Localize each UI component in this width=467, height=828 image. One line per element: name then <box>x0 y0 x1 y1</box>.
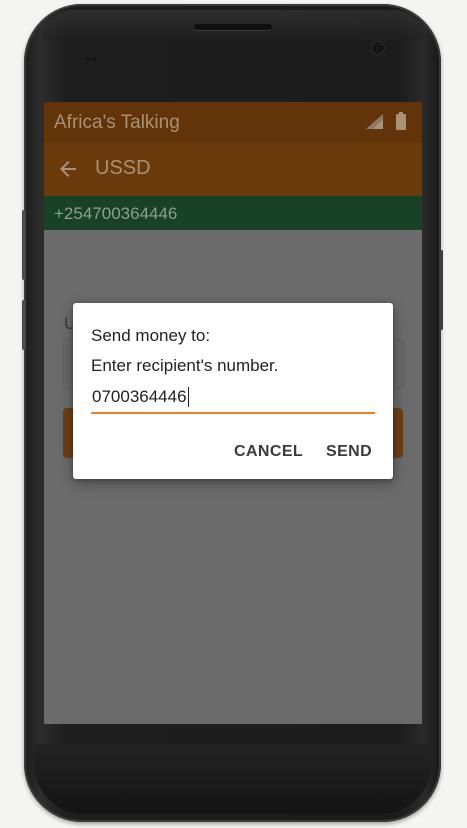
phone-number-bar: +254700364446 <box>44 196 422 230</box>
front-camera <box>372 42 384 54</box>
send-button[interactable]: SEND <box>326 443 372 461</box>
app-bar-title: USSD <box>95 157 151 179</box>
status-bar-title: Africa's Talking <box>54 112 180 133</box>
volume-up-button <box>22 210 26 280</box>
cancel-button[interactable]: CANCEL <box>234 443 303 461</box>
earpiece-speaker <box>194 24 272 30</box>
recipient-number-input[interactable] <box>91 382 375 414</box>
page: Africa's Talking USSD +254700364446 U Se… <box>0 0 467 828</box>
send-money-dialog: Send money to: Enter recipient's number.… <box>73 303 393 479</box>
power-button <box>440 250 443 330</box>
dialog-title: Send money to: <box>91 326 211 345</box>
battery-icon <box>396 112 406 130</box>
signal-icon <box>366 114 383 129</box>
app-bar: USSD <box>44 142 422 196</box>
proximity-sensor <box>86 48 100 61</box>
text-cursor <box>188 387 189 407</box>
arrow-back-icon[interactable] <box>56 157 80 181</box>
dialog-message: Enter recipient's number. <box>91 356 279 375</box>
phone-number-label: +254700364446 <box>54 204 178 223</box>
phone-bottom-bezel <box>34 744 431 814</box>
status-bar: Africa's Talking <box>44 102 422 142</box>
volume-down-button <box>22 300 26 350</box>
